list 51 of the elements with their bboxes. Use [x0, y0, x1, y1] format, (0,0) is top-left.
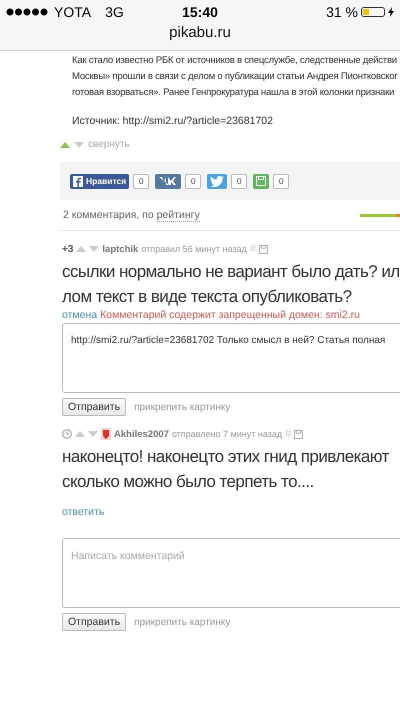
article-text: Как стало известно РБК от источников в спецслужбе, следственные действи [72, 54, 397, 68]
author-name[interactable]: Akhiles2007 [114, 428, 169, 440]
comment-text: ссылки нормально не вариант было дать? ил [62, 261, 400, 283]
collapse-link[interactable]: свернуть [88, 139, 130, 150]
article-text: готовая взорваться». Ранее Генпрокуратура нашла в этой колонки признаки [72, 86, 394, 100]
bird-icon [210, 176, 224, 186]
downvote-icon[interactable] [74, 142, 84, 148]
save-button[interactable] [253, 174, 270, 188]
post-time: отправлено 7 минут назад [172, 429, 282, 439]
post-time: отправил 56 минут назад [141, 244, 247, 254]
share-count: 0 [273, 174, 290, 188]
share-count: 0 [133, 174, 150, 188]
comment-rating: +3 [62, 244, 74, 254]
attach-image-link[interactable]: прикрепить картинку [134, 616, 230, 628]
reply-link[interactable]: ответить [62, 506, 104, 518]
carrier-text: YOTA [54, 4, 92, 20]
downvote-icon[interactable] [89, 246, 100, 252]
vk-icon [158, 176, 178, 186]
share-count: 0 [185, 174, 202, 188]
comment-text: лом текст в виде текста опубликовать? [62, 286, 352, 308]
cancel-link[interactable]: отмена [62, 309, 98, 321]
error-message: Комментарий содержит запрещенный домен: smi2.ru [100, 309, 360, 321]
comment-text: сколько можно было терпеть то.... [62, 471, 314, 493]
battery-icon [361, 7, 385, 17]
like-button[interactable]: Нравится [70, 174, 130, 188]
send-button[interactable]: Отправить [62, 613, 126, 631]
downvote-icon[interactable] [88, 431, 98, 437]
author-name[interactable]: laptchik [102, 244, 138, 254]
signal-icon [6, 8, 50, 16]
network-text: 3G [105, 4, 124, 20]
article-text: Москвы» прошли в связи с делом о публикации статьи Андрея Пионтковског [72, 70, 398, 84]
upvote-icon[interactable] [76, 246, 86, 252]
share-count: 0 [231, 174, 248, 188]
floppy-icon[interactable] [258, 244, 268, 254]
share-button[interactable] [155, 174, 182, 188]
tweet-button[interactable] [207, 174, 228, 188]
upvote-icon[interactable] [75, 431, 85, 437]
comment-text: наконецто! наконецто этих гнид привлекают [62, 446, 389, 468]
rating-bar [360, 214, 400, 216]
attach-image-link[interactable]: прикрепить картинку [134, 402, 230, 412]
address-text[interactable]: pikabu.ru [169, 24, 231, 41]
battery-percent: 31 % [326, 4, 358, 20]
comments-count: 2 комментария, по рейтингу [63, 209, 200, 221]
comment-input[interactable]: http://smi2.ru/?article=23681702 Только смысл в ней? Статья полная [62, 323, 400, 393]
upvote-icon[interactable] [60, 142, 70, 148]
floppy-icon[interactable] [294, 430, 304, 438]
clock-text: 15:40 [182, 4, 218, 20]
source-text: Источник: http://smi2.ru/?article=23681702 [71, 114, 273, 127]
send-button[interactable]: Отправить [62, 398, 126, 416]
facebook-icon [73, 176, 83, 186]
comment-input[interactable]: Написать комментарий [62, 538, 400, 608]
